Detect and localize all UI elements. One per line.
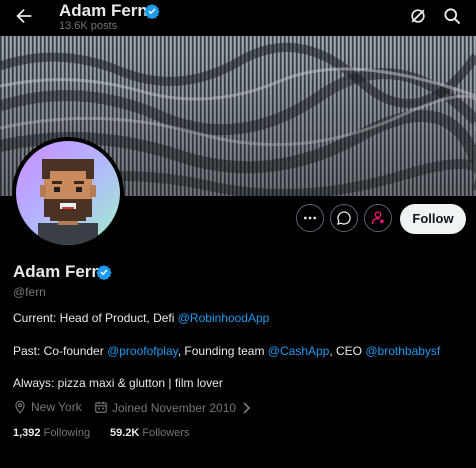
avatar xyxy=(16,141,120,245)
header-post-count: 13.6K posts xyxy=(59,20,118,32)
mention-link-proofofplay[interactable]: @proofofplay xyxy=(107,344,178,358)
bio-text: , CEO xyxy=(329,344,366,358)
pixel-avatar-image xyxy=(16,141,120,245)
mention-link-robinhoodapp[interactable]: @RobinhoodApp xyxy=(178,311,270,325)
bio-text: Past: Co-founder xyxy=(13,344,108,358)
chevron-right-icon xyxy=(243,402,251,414)
header-name: Adam Fern xyxy=(59,1,148,20)
message-icon xyxy=(337,211,351,225)
message-button[interactable] xyxy=(330,204,358,232)
mention-link-cashapp[interactable]: @CashApp xyxy=(268,344,330,358)
verified-badge-icon xyxy=(144,4,160,19)
more-icon xyxy=(304,216,316,220)
avatar-frame[interactable] xyxy=(12,137,124,249)
followers-label: Followers xyxy=(142,427,190,439)
mention-link-brothbabysf[interactable]: @brothbabysf xyxy=(365,344,440,358)
subscribe-icon xyxy=(372,211,385,224)
bio-text: , Founding team xyxy=(177,344,268,358)
profile-location: New York xyxy=(13,400,82,414)
joined-text: Joined November 2010 xyxy=(112,401,237,415)
calendar-icon xyxy=(95,401,107,413)
following-stat[interactable]: 1,392 Following xyxy=(13,427,90,439)
follow-button[interactable]: Follow xyxy=(400,204,466,234)
following-count: 1,392 xyxy=(13,427,41,439)
followers-count: 59.2K xyxy=(110,427,140,439)
verified-badge-icon xyxy=(96,265,112,280)
bio-text: Current: Head of Product, Defi xyxy=(13,311,178,325)
top-bar: Adam Fern 13.6K posts xyxy=(0,0,476,36)
profile-joined[interactable]: Joined November 2010 xyxy=(94,400,251,415)
search-icon[interactable] xyxy=(442,6,462,26)
location-icon xyxy=(15,400,25,414)
grok-icon[interactable] xyxy=(408,6,428,26)
profile-handle: @fern xyxy=(13,285,46,299)
location-text: New York xyxy=(31,400,82,414)
following-label: Following xyxy=(43,427,91,439)
bio-line-current: Current: Head of Product, Defi @Robinhoo… xyxy=(13,311,269,325)
followers-stat[interactable]: 59.2K Followers xyxy=(110,427,190,439)
subscribe-button[interactable] xyxy=(364,204,392,232)
more-options-button[interactable] xyxy=(296,204,324,232)
back-arrow-icon[interactable] xyxy=(13,5,35,27)
bio-line-always: Always: pizza maxi & glutton | film love… xyxy=(13,376,223,390)
bio-line-past: Past: Co-founder @proofofplay, Founding … xyxy=(13,344,440,358)
profile-name: Adam Fern xyxy=(13,262,102,281)
